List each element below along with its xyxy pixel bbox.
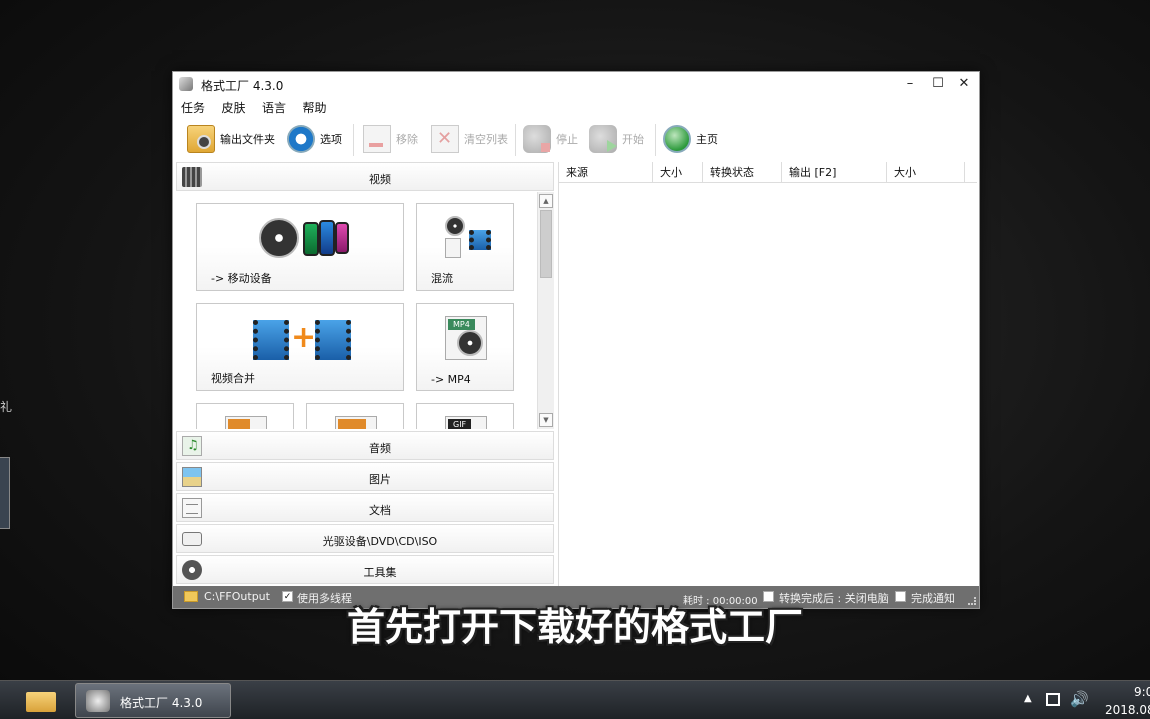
film-reel-icon [259, 218, 299, 258]
tools-reel-icon [182, 560, 202, 580]
film-strip-icon [469, 230, 491, 250]
start-icon [589, 125, 617, 153]
file-icon [335, 416, 377, 429]
toolbar-divider [655, 124, 656, 156]
format-tag [228, 419, 250, 429]
mp4-tag: MP4 [448, 319, 475, 330]
task-list-header: 来源 大小 转换状态 输出 [F2] 大小 [559, 162, 977, 183]
toolbar-divider [515, 124, 516, 156]
menu-skin[interactable]: 皮肤 [222, 99, 246, 116]
category-video[interactable]: 视频 [176, 162, 554, 191]
network-icon[interactable] [1046, 693, 1060, 706]
clock-time[interactable]: 9:0 [1134, 685, 1150, 699]
tile-format[interactable] [196, 403, 294, 429]
category-panel: 视频 -> 移动设备 混流 + 视频合并 MP4 -> MP4 GIF ▲ ▼ … [176, 162, 554, 586]
clear-list-icon [431, 125, 459, 153]
file-icon [225, 416, 267, 429]
volume-icon[interactable]: 🔊 [1070, 690, 1089, 708]
video-scrollbar[interactable]: ▲ ▼ [537, 192, 554, 429]
home-button[interactable]: 主页 [663, 124, 718, 154]
plus-icon: + [291, 320, 317, 355]
format-factory-window: 格式工厂 4.3.0 – ☐ ✕ 任务 皮肤 语言 帮助 输出文件夹 选项 移除… [172, 71, 980, 609]
film-clapper-icon [182, 167, 202, 187]
column-source[interactable]: 来源 [559, 162, 653, 183]
scroll-thumb[interactable] [540, 210, 552, 278]
toolbar: 输出文件夹 选项 移除 清空列表 停止 开始 主页 [181, 120, 971, 160]
stop-button[interactable]: 停止 [523, 124, 578, 154]
gif-tag: GIF [448, 419, 472, 429]
tile-format[interactable] [306, 403, 404, 429]
app-icon [86, 690, 110, 712]
tile-mux[interactable]: 混流 [416, 203, 514, 291]
picture-icon [182, 467, 202, 487]
menu-task[interactable]: 任务 [181, 99, 205, 116]
document-icon [182, 498, 202, 518]
tile-to-mp4[interactable]: MP4 -> MP4 [416, 303, 514, 391]
category-tools[interactable]: 工具集 [176, 555, 554, 584]
video-function-grid: -> 移动设备 混流 + 视频合并 MP4 -> MP4 GIF ▲ ▼ [176, 192, 554, 429]
close-button[interactable]: ✕ [951, 74, 977, 94]
column-status[interactable]: 转换状态 [703, 162, 782, 183]
desktop-side-tab[interactable] [0, 457, 10, 529]
options-button[interactable]: 选项 [287, 124, 342, 154]
stop-icon [523, 125, 551, 153]
category-document[interactable]: 文档 [176, 493, 554, 522]
clock-date[interactable]: 2018.08 [1105, 703, 1150, 717]
phone-icon [303, 222, 319, 256]
category-image[interactable]: 图片 [176, 462, 554, 491]
taskbar-app-format-factory[interactable]: 格式工厂 4.3.0 [75, 683, 231, 718]
scroll-up-arrow-icon[interactable]: ▲ [539, 194, 553, 208]
tile-video-merge[interactable]: + 视频合并 [196, 303, 404, 391]
globe-home-icon [663, 125, 691, 153]
column-size[interactable]: 大小 [653, 162, 703, 183]
toolbar-divider [353, 124, 354, 156]
phone-icon [335, 222, 349, 254]
category-audio[interactable]: 音频 [176, 431, 554, 460]
scroll-down-arrow-icon[interactable]: ▼ [539, 413, 553, 427]
clear-list-button[interactable]: 清空列表 [431, 124, 508, 154]
menubar: 任务 皮肤 语言 帮助 [181, 99, 340, 117]
column-output[interactable]: 输出 [F2] [782, 162, 887, 183]
file-explorer-icon[interactable] [22, 686, 60, 716]
column-output-size[interactable]: 大小 [887, 162, 965, 183]
phone-icon [319, 220, 335, 256]
disc-drive-icon [182, 532, 202, 546]
audio-doc-icon [445, 238, 461, 258]
film-reel-icon [457, 330, 483, 356]
menu-language[interactable]: 语言 [262, 99, 286, 116]
start-button[interactable]: 开始 [589, 124, 644, 154]
remove-doc-icon [363, 125, 391, 153]
folder-icon [187, 125, 215, 153]
titlebar[interactable]: 格式工厂 4.3.0 – ☐ ✕ [173, 72, 979, 96]
tray-expand-icon[interactable]: ▲ [1024, 693, 1032, 704]
task-list-panel[interactable]: 来源 大小 转换状态 输出 [F2] 大小 [558, 162, 977, 586]
app-icon [179, 77, 193, 91]
window-title: 格式工厂 4.3.0 [201, 79, 284, 93]
category-disc[interactable]: 光驱设备\DVD\CD\ISO [176, 524, 554, 553]
gear-icon [287, 125, 315, 153]
maximize-button[interactable]: ☐ [925, 74, 951, 94]
tile-mobile-device[interactable]: -> 移动设备 [196, 203, 404, 291]
music-note-icon [182, 436, 202, 456]
menu-help[interactable]: 帮助 [303, 99, 327, 116]
film-strip-icon [315, 320, 351, 360]
video-subtitle: 首先打开下载好的格式工厂 [346, 605, 803, 649]
remove-button[interactable]: 移除 [363, 124, 418, 154]
minimize-button[interactable]: – [897, 74, 923, 94]
desktop-icon-label-fragment: 礼 [0, 400, 13, 414]
output-folder-button[interactable]: 输出文件夹 [187, 124, 275, 154]
tile-gif[interactable]: GIF [416, 403, 514, 429]
film-reel-icon [445, 216, 465, 236]
film-strip-icon [253, 320, 289, 360]
taskbar: 格式工厂 4.3.0 ▲ 🔊 9:0 2018.08 [0, 680, 1150, 719]
format-tag [338, 419, 366, 429]
gif-file-icon: GIF [445, 416, 487, 429]
